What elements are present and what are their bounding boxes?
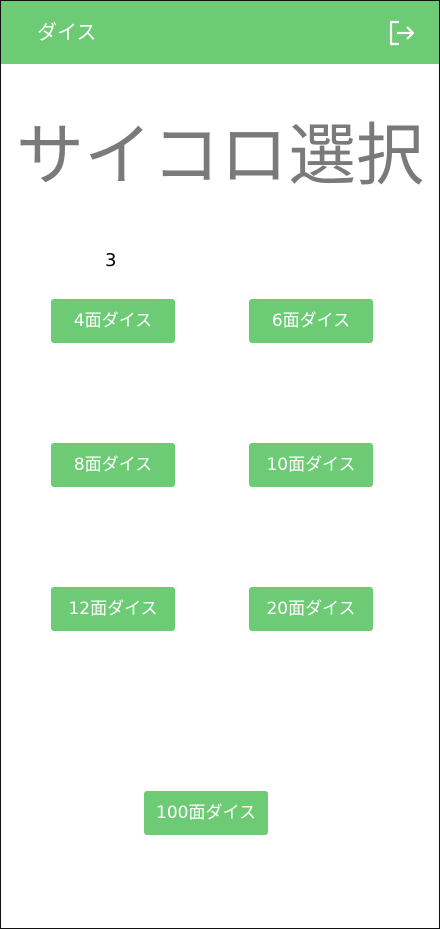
page-title: サイコロ選択 [15, 117, 424, 196]
d4-button[interactable]: 4面ダイス [51, 299, 175, 343]
logout-icon[interactable] [387, 18, 417, 48]
d6-button[interactable]: 6面ダイス [249, 299, 373, 343]
d10-button[interactable]: 10面ダイス [249, 443, 373, 487]
app-screen: ダイス サイコロ選択 3 4面ダイス 6面ダイス 8面ダイス 10面ダイス 12… [0, 0, 440, 929]
d12-button[interactable]: 12面ダイス [51, 587, 175, 631]
d8-button[interactable]: 8面ダイス [51, 443, 175, 487]
d20-button[interactable]: 20面ダイス [249, 587, 373, 631]
app-bar-title: ダイス [37, 20, 97, 44]
dice-count: 3 [105, 250, 117, 271]
app-bar: ダイス [1, 1, 439, 64]
d100-button[interactable]: 100面ダイス [144, 791, 268, 835]
